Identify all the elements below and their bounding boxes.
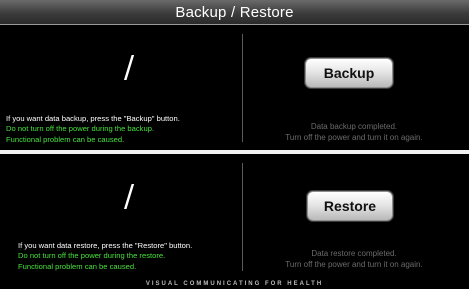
backup-panel: / If you want data backup, press the "Ba…: [4, 26, 465, 148]
restore-warning-1: Do not turn off the power during the res…: [18, 251, 166, 261]
restore-status-line-2: Turn off the power and turn it on again.: [285, 259, 423, 269]
backup-vertical-divider: [242, 34, 243, 142]
backup-restore-window: Backup / Restore / If you want data back…: [0, 0, 469, 289]
page-title: Backup / Restore: [175, 3, 294, 21]
restore-panel: / If you want data restore, press the "R…: [4, 155, 465, 277]
restore-info: If you want data restore, press the "Res…: [18, 241, 250, 272]
backup-warning-1: Do not turn off the power during the bac…: [6, 124, 155, 134]
restore-instruction: If you want data restore, press the "Res…: [18, 241, 193, 250]
backup-progress-indicator: /: [123, 50, 135, 85]
panel-divider: [0, 150, 469, 154]
footer-brand: VISUAL COMMUNICATING FOR HEALTH: [0, 279, 469, 289]
title-bar: Backup / Restore: [0, 0, 469, 25]
restore-status: Data restore completed. Turn off the pow…: [248, 249, 460, 270]
restore-button[interactable]: Restore: [307, 191, 393, 221]
restore-vertical-divider: [242, 163, 243, 271]
backup-warning-2: Functional problem can be caused.: [6, 134, 125, 144]
backup-status-line-1: Data backup completed.: [310, 122, 398, 131]
backup-button[interactable]: Backup: [305, 58, 393, 88]
restore-status-line-1: Data restore completed.: [311, 249, 397, 258]
restore-warning-2: Functional problem can be caused.: [18, 261, 137, 271]
backup-instruction: If you want data backup, press the "Back…: [6, 114, 180, 123]
backup-status: Data backup completed. Turn off the powe…: [248, 122, 460, 143]
restore-progress-indicator: /: [123, 179, 135, 214]
backup-info: If you want data backup, press the "Back…: [6, 114, 238, 145]
backup-status-line-2: Turn off the power and turn it on again.: [285, 132, 423, 142]
